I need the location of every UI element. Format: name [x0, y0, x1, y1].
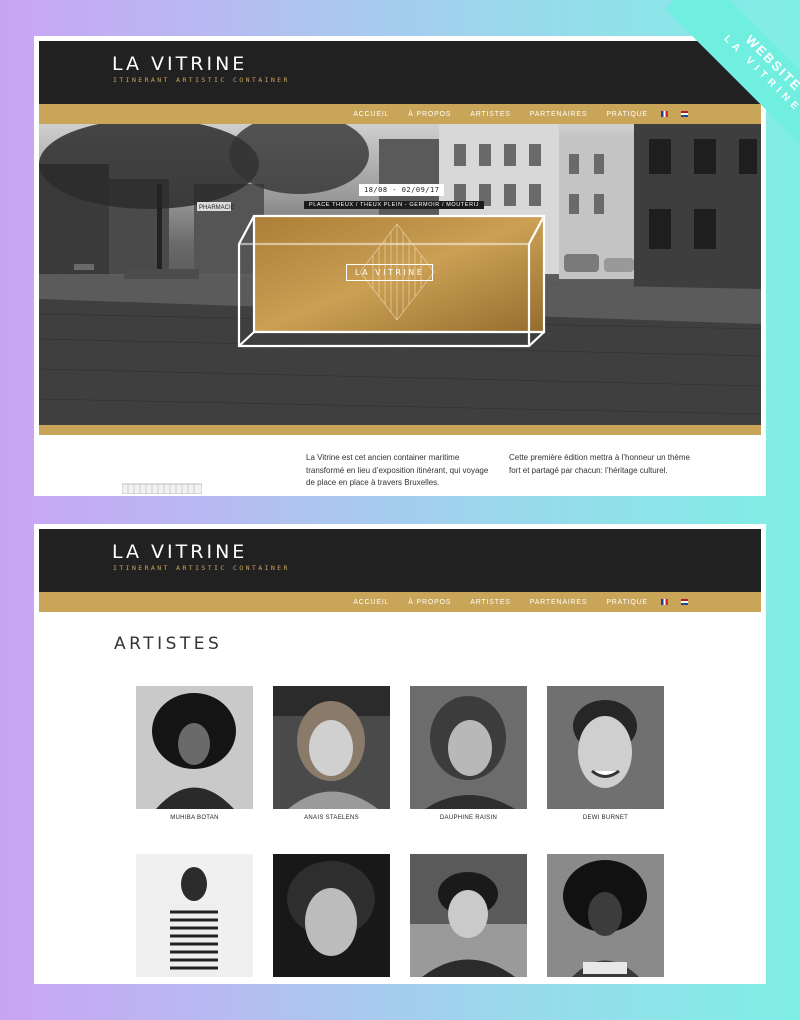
nav-item-pratique[interactable]: PRATIQUE: [606, 599, 648, 606]
artist-card[interactable]: DAUPHINE RAISIN: [410, 686, 527, 821]
portrait-photo: [547, 854, 664, 977]
nav-item-artistes[interactable]: ARTISTES: [470, 111, 511, 118]
artist-card[interactable]: DEWI BURNET: [547, 686, 664, 821]
nav-item-accueil[interactable]: ACCUEIL: [353, 111, 389, 118]
hero-bottom-bar: [39, 425, 761, 435]
artist-photo[interactable]: [410, 854, 527, 977]
nav-item-artistes[interactable]: ARTISTES: [470, 599, 511, 606]
artist-photo[interactable]: [547, 854, 664, 977]
nav-item-partenaires[interactable]: PARTENAIRES: [530, 111, 588, 118]
main-navigation: ACCUEIL À PROPOS ARTISTES PARTENAIRES PR…: [39, 592, 761, 612]
artist-card[interactable]: ANAIS STAELENS: [273, 686, 390, 821]
artist-card[interactable]: MUHIBA BOTAN: [136, 686, 253, 821]
site-tagline: ITINERANT ARTISTIC CONTAINER: [113, 76, 290, 84]
intro-text-left: La Vitrine est cet ancien container mari…: [306, 453, 489, 487]
artist-name[interactable]: DAUPHINE RAISIN: [410, 815, 527, 821]
hero-dates: 18/08 - 02/09/17: [359, 184, 445, 196]
portrait-photo: [410, 854, 527, 977]
artist-card[interactable]: [136, 854, 253, 977]
artist-name[interactable]: MUHIBA BOTAN: [136, 815, 253, 821]
artist-card[interactable]: [273, 854, 390, 977]
hero-location: PLACE THEUX / THEUX PLEIN - GERMOIR / MO…: [304, 201, 485, 209]
nav-item-accueil[interactable]: ACCUEIL: [353, 599, 389, 606]
site-logo[interactable]: LA VITRINE: [112, 53, 247, 75]
nav-item-a-propos[interactable]: À PROPOS: [408, 111, 451, 118]
container-thumbnail: [122, 483, 202, 494]
pharmacy-sign: PHARMACIE: [199, 205, 235, 211]
artist-card[interactable]: [547, 854, 664, 977]
intro-text-right: Cette première édition mettra à l’honneu…: [509, 453, 690, 475]
artist-photo[interactable]: [547, 686, 664, 809]
portrait-photo: [547, 686, 664, 809]
artist-photo[interactable]: [136, 854, 253, 977]
artists-page-screenshot: LA VITRINE ITINERANT ARTISTIC CONTAINER …: [36, 526, 764, 982]
artist-photo[interactable]: [410, 686, 527, 809]
portrait-photo: [273, 686, 390, 809]
artist-photo[interactable]: [136, 686, 253, 809]
site-logo[interactable]: LA VITRINE: [112, 541, 247, 563]
site-tagline: ITINERANT ARTISTIC CONTAINER: [113, 564, 290, 572]
nav-item-a-propos[interactable]: À PROPOS: [408, 599, 451, 606]
artist-name[interactable]: DEWI BURNET: [547, 815, 664, 821]
portrait-photo: [136, 854, 253, 977]
artist-photo[interactable]: [273, 854, 390, 977]
portrait-photo: [273, 854, 390, 977]
artist-card[interactable]: [410, 854, 527, 977]
artist-name[interactable]: ANAIS STAELENS: [273, 815, 390, 821]
page-title: ARTISTES: [114, 634, 223, 654]
corner-ribbon: WEBSITE LA VITRINE: [640, 0, 800, 160]
site-header: LA VITRINE ITINERANT ARTISTIC CONTAINER: [39, 529, 761, 592]
portrait-photo: [136, 686, 253, 809]
nav-item-partenaires[interactable]: PARTENAIRES: [530, 599, 588, 606]
hero-logo: LA VITRINE: [346, 264, 434, 281]
fr-flag-icon[interactable]: [661, 599, 668, 605]
portrait-photo: [410, 686, 527, 809]
artist-photo[interactable]: [273, 686, 390, 809]
nl-flag-icon[interactable]: [681, 599, 688, 605]
